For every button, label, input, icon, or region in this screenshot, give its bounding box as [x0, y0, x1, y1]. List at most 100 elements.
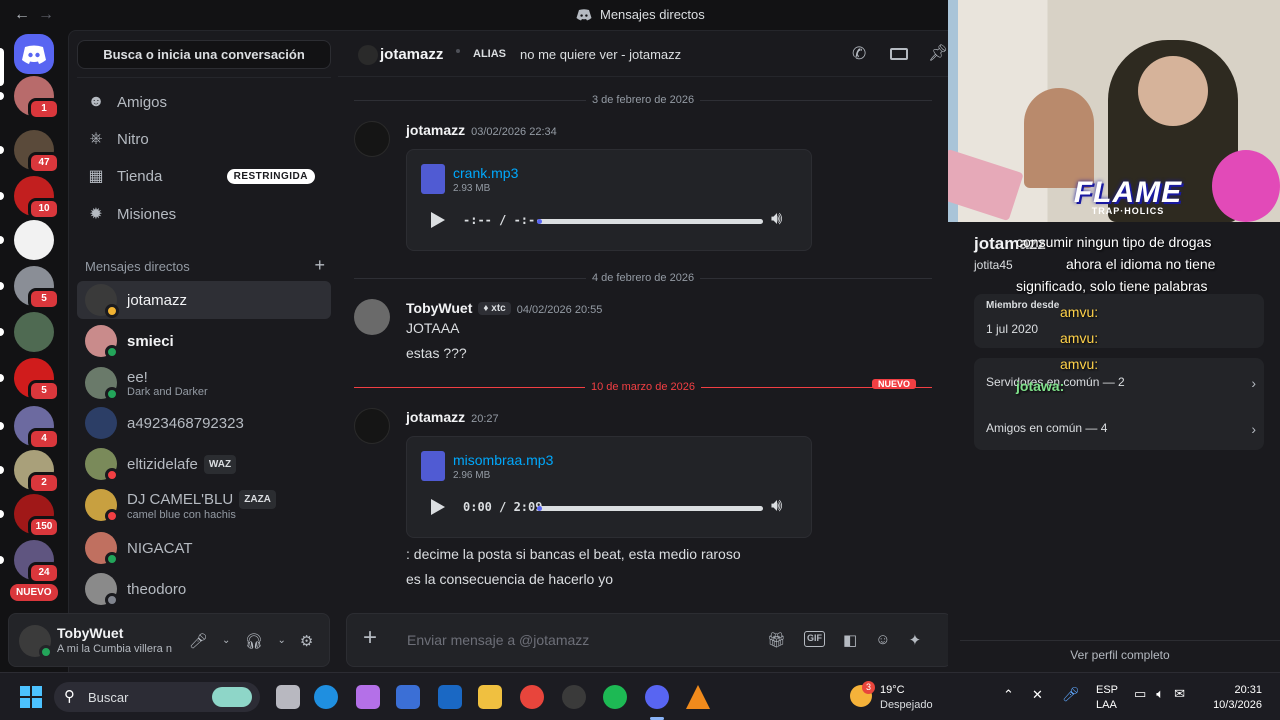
edge-icon[interactable]: [314, 685, 338, 709]
status-dot: [105, 387, 119, 401]
username[interactable]: TobyWuet: [57, 625, 123, 641]
server-icon[interactable]: 1: [14, 76, 60, 120]
stream-chat-overlay: consumir ningun tipo de drogas ahora el …: [1016, 231, 1215, 397]
mutual-friends-row[interactable]: Amigos en común — 4 ›: [986, 421, 1256, 437]
voice-call-icon[interactable]: ✆: [852, 44, 866, 64]
nav-quests[interactable]: ✹ Misiones: [77, 196, 331, 232]
guild-tag[interactable]: ♦ xtc: [478, 302, 511, 315]
volume-icon[interactable]: 🔊︎: [771, 495, 782, 516]
avatar[interactable]: [19, 625, 53, 659]
chevron-down-icon[interactable]: ⌄: [277, 635, 285, 650]
server-icon[interactable]: 150: [14, 494, 60, 538]
dm-item[interactable]: a4923468792323: [77, 404, 331, 442]
nav-nitro[interactable]: ⎈ Nitro: [77, 121, 331, 157]
play-icon[interactable]: [431, 499, 445, 515]
avatar: [85, 532, 119, 566]
server-icon[interactable]: 5: [14, 358, 60, 402]
profile-handle: jotita45: [974, 258, 1013, 272]
taskbar-search[interactable]: ⚲ Buscar: [54, 682, 260, 712]
keyboard-layout[interactable]: LAA: [1096, 699, 1117, 711]
gif-icon[interactable]: GIF: [804, 631, 826, 647]
gear-icon[interactable]: ⚙: [300, 632, 313, 650]
audio-seek-bar[interactable]: [537, 506, 763, 511]
chevron-up-icon[interactable]: ⌃: [1003, 687, 1014, 703]
dm-item[interactable]: NIGACAT: [77, 529, 331, 567]
volume-icon[interactable]: 🔊︎: [771, 208, 782, 229]
dm-item[interactable]: jotamazz: [77, 281, 331, 319]
message-input[interactable]: Enviar mensaje a @jotamazz: [407, 632, 589, 648]
dm-item[interactable]: smieci: [77, 322, 331, 360]
apps-icon[interactable]: ✦: [909, 631, 922, 649]
home-dm-button[interactable]: [14, 34, 54, 74]
server-icon[interactable]: 2: [14, 450, 60, 494]
recipient-avatar[interactable]: [358, 45, 378, 65]
message-author[interactable]: jotamazz 20:27: [406, 409, 499, 425]
person-wave-icon: ☻: [87, 93, 105, 110]
message-author[interactable]: jotamazz 03/02/2026 22:34: [406, 122, 557, 138]
server-icon[interactable]: 10: [14, 176, 60, 220]
server-icon[interactable]: 5: [14, 266, 60, 310]
task-view-icon[interactable]: [276, 685, 300, 709]
forward-arrow-icon[interactable]: →: [38, 6, 54, 24]
status-dot: [105, 552, 119, 566]
network-off-icon[interactable]: ✕: [1032, 687, 1043, 703]
server-icon[interactable]: [14, 220, 54, 260]
status-dot: [105, 593, 119, 607]
discord-icon[interactable]: [645, 685, 669, 709]
input-language[interactable]: ESP: [1096, 684, 1118, 696]
view-full-profile-button[interactable]: Ver perfil completo: [960, 640, 1280, 672]
video-call-icon[interactable]: [890, 48, 908, 60]
server-icon[interactable]: 4: [14, 406, 60, 450]
vlc-icon[interactable]: [686, 685, 710, 709]
gift-icon[interactable]: 🎁︎: [767, 631, 786, 649]
chevron-down-icon[interactable]: ⌄: [222, 635, 230, 650]
dm-item[interactable]: DJ CAMEL'BLU ZAZA camel blue con hachis: [77, 486, 331, 524]
file-explorer-icon[interactable]: [478, 685, 502, 709]
nav-shop[interactable]: ▦ Tienda RESTRINGIDA: [77, 158, 331, 194]
chrome-icon[interactable]: [520, 685, 544, 709]
system-tray[interactable]: ▭ 🔈︎ ✉: [1134, 686, 1185, 702]
dm-item[interactable]: ee! Dark and Darker: [77, 364, 331, 402]
file-name-link[interactable]: crank.mp3: [453, 165, 518, 181]
server-icon[interactable]: 24: [14, 540, 60, 584]
dm-item[interactable]: theodoro: [77, 570, 331, 608]
audio-file-icon: [421, 164, 445, 194]
back-arrow-icon[interactable]: ←: [14, 6, 30, 24]
new-unreads-pill[interactable]: NUEVO: [10, 584, 58, 601]
server-icon[interactable]: [14, 312, 54, 352]
message-author[interactable]: TobyWuet ♦ xtc 04/02/2026 20:55: [406, 300, 602, 316]
overlay-chat-line: amvu:: [1060, 356, 1099, 372]
outlook-icon[interactable]: [438, 685, 462, 709]
obs-icon[interactable]: [562, 685, 586, 709]
author-avatar[interactable]: [354, 121, 390, 157]
audio-seek-bar[interactable]: [537, 219, 763, 224]
server-icon[interactable]: 47: [14, 130, 60, 174]
emoji-icon[interactable]: ☺: [875, 631, 890, 649]
author-avatar[interactable]: [354, 408, 390, 444]
dm-item[interactable]: eltizidelafe WAZ: [77, 445, 331, 483]
play-icon[interactable]: [431, 212, 445, 228]
chevron-right-icon: ›: [1251, 421, 1256, 437]
create-dm-icon[interactable]: +: [314, 256, 325, 274]
spotify-icon[interactable]: [603, 685, 627, 709]
avatar: [85, 448, 119, 482]
windows-start-icon[interactable]: [20, 686, 42, 708]
recipient-name[interactable]: jotamazz: [380, 46, 443, 63]
pin-icon[interactable]: 📌︎: [928, 43, 948, 63]
store-icon[interactable]: [396, 685, 420, 709]
microphone-icon[interactable]: 🎤︎: [189, 632, 208, 650]
clock-date[interactable]: 10/3/2026: [1200, 699, 1262, 711]
unread-indicator: [0, 192, 4, 200]
weather-sun-icon[interactable]: 3: [850, 681, 875, 707]
sticker-icon[interactable]: ◧: [843, 631, 857, 649]
conversation-search-input[interactable]: Busca o inicia una conversación: [77, 40, 331, 69]
message-text: : decime la posta si bancas el beat, est…: [406, 546, 741, 562]
attach-plus-icon[interactable]: +: [363, 626, 377, 650]
clock-time[interactable]: 20:31: [1200, 684, 1262, 696]
author-avatar[interactable]: [354, 299, 390, 335]
headphones-icon[interactable]: 🎧︎: [244, 632, 263, 650]
microphone-in-use-icon[interactable]: 🎤︎: [1062, 686, 1080, 703]
file-name-link[interactable]: misombraa.mp3: [453, 452, 553, 468]
copilot-icon[interactable]: [356, 685, 380, 709]
nav-friends[interactable]: ☻ Amigos: [77, 84, 331, 120]
